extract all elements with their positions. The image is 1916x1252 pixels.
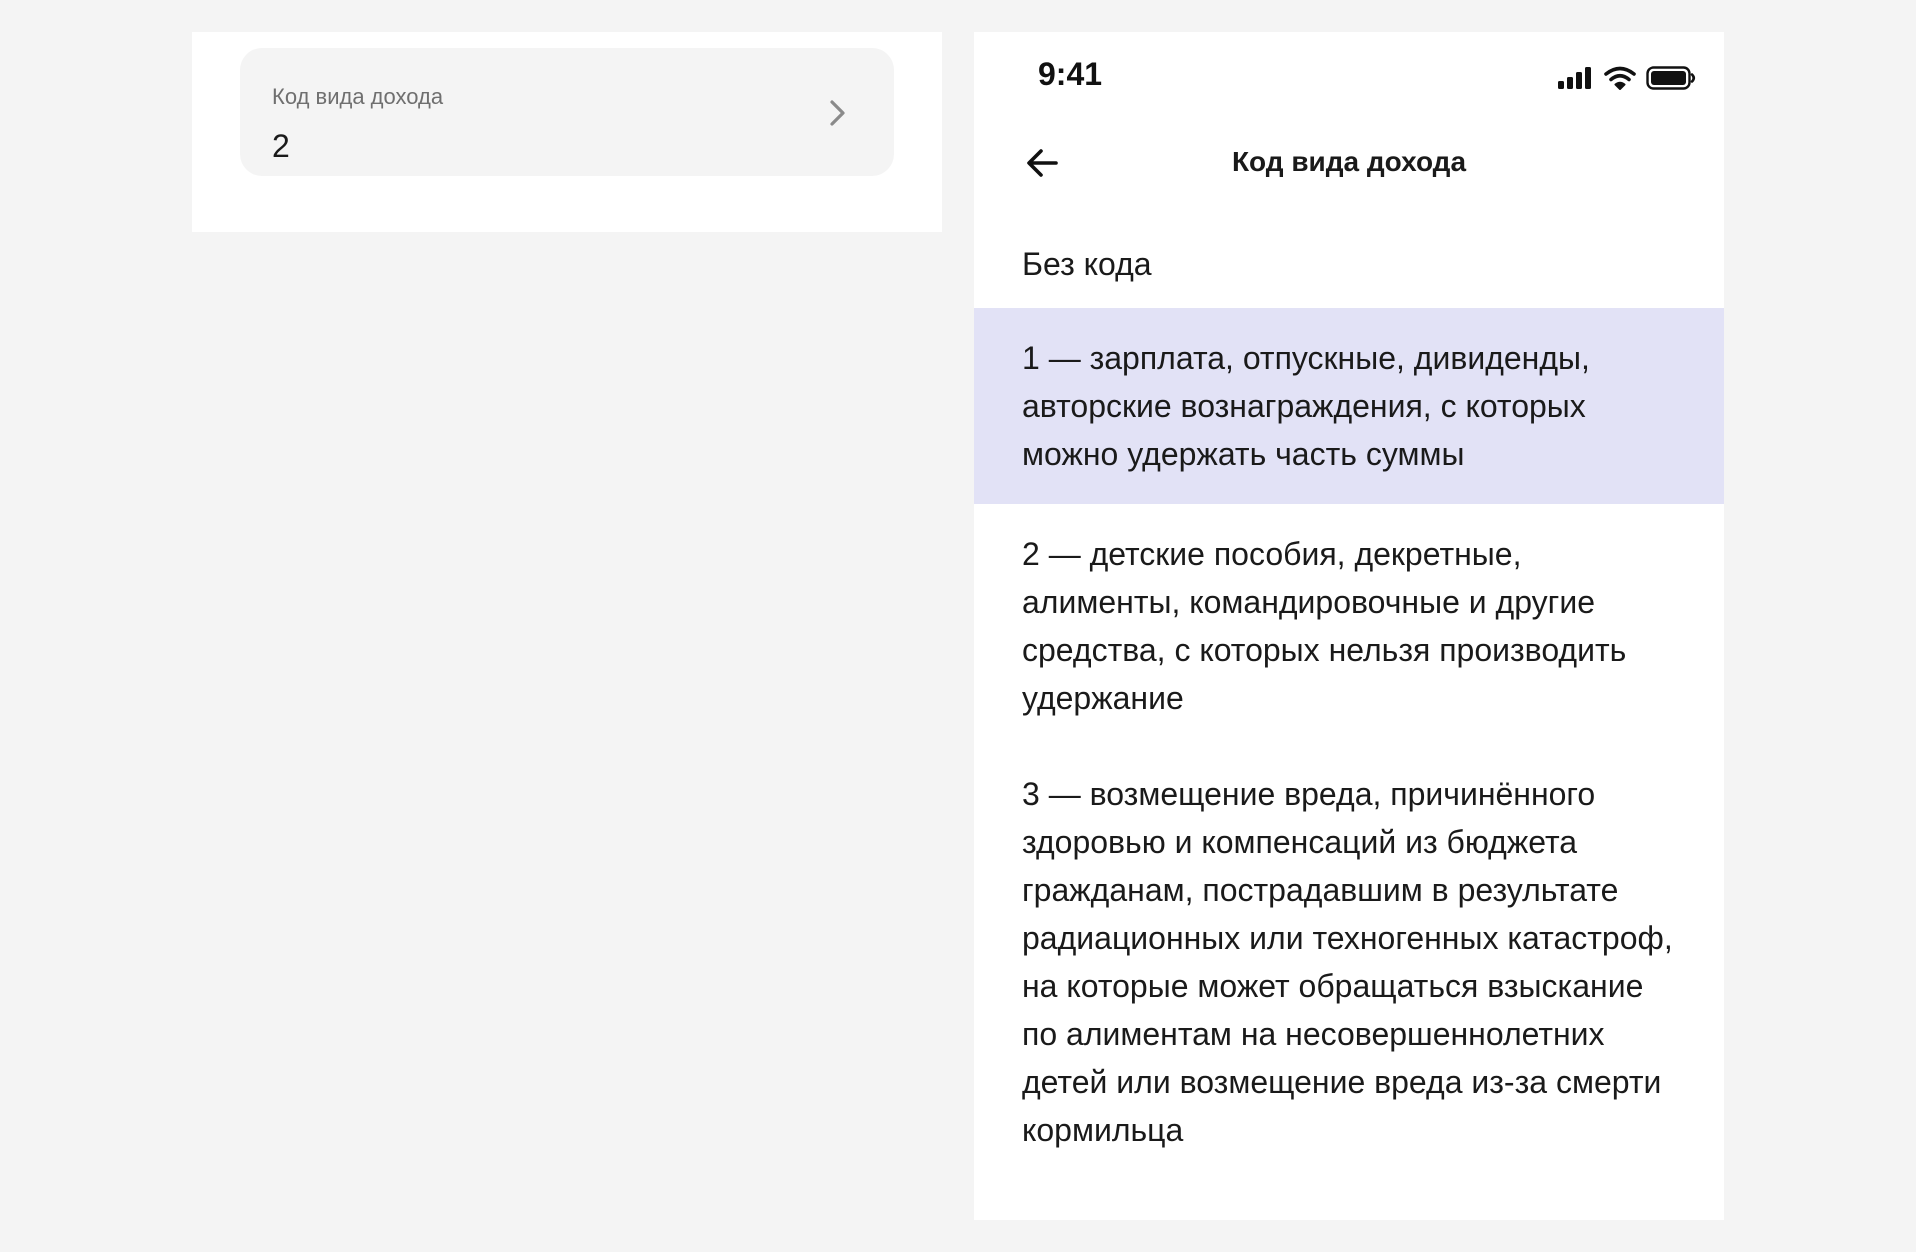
option-code-1[interactable]: 1 — зарплата, отпускные, дивиденды, авто…: [974, 308, 1724, 504]
status-time: 9:41: [1038, 56, 1103, 92]
option-code-3[interactable]: 3 — возмещение вреда, причинённого здоро…: [974, 748, 1724, 1168]
wifi-icon: [1604, 66, 1636, 90]
income-code-field[interactable]: Код вида дохода 2: [240, 48, 894, 176]
cellular-signal-icon: [1558, 67, 1591, 89]
status-bar: 9:41: [974, 32, 1724, 120]
chevron-right-icon: [830, 100, 845, 126]
income-code-field-value: 2: [272, 128, 290, 164]
option-list: Без кода 1 — зарплата, отпускные, дивиде…: [974, 224, 1724, 1168]
page-title: Код вида дохода: [1231, 146, 1467, 177]
phone-screen: 9:41 Код вида дохода Без кода 1 — зарпла…: [974, 32, 1724, 1220]
nav-bar: Код вида дохода: [974, 128, 1724, 198]
battery-icon: [1646, 66, 1696, 90]
status-icons: [1558, 66, 1696, 90]
option-no-code[interactable]: Без кода: [974, 224, 1724, 308]
option-code-2[interactable]: 2 — детские пособия, декретные, алименты…: [974, 504, 1724, 748]
form-panel: Код вида дохода 2: [192, 32, 942, 232]
income-code-field-label: Код вида дохода: [272, 84, 444, 109]
